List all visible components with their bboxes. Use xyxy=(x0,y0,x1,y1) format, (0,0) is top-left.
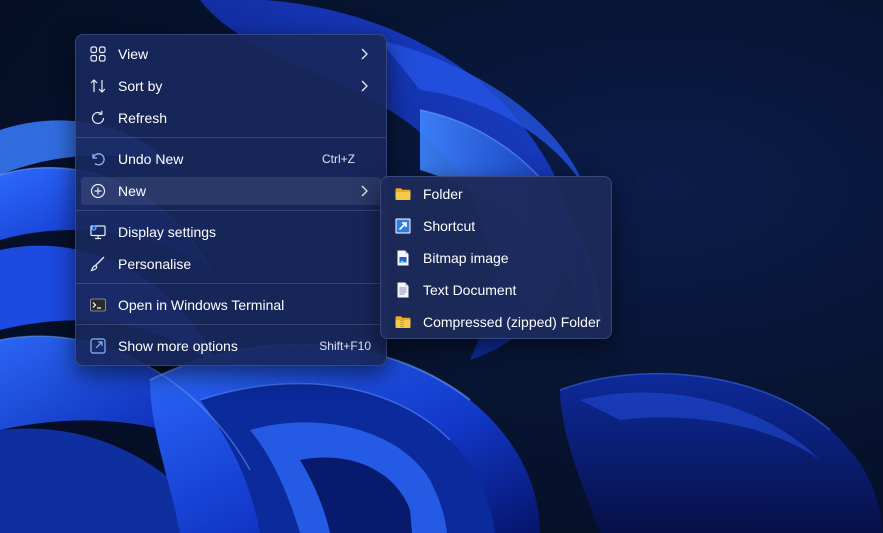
submenu-item-bitmap-image[interactable]: Bitmap image xyxy=(386,244,606,272)
refresh-icon xyxy=(91,110,105,125)
bitmap-icon xyxy=(397,250,409,266)
submenu-item-label: Shortcut xyxy=(423,218,476,234)
chevron-right-icon xyxy=(361,185,368,197)
submenu-item-label: Folder xyxy=(423,186,463,202)
folder-icon xyxy=(395,188,411,200)
menu-item-personalise[interactable]: Personalise xyxy=(81,250,381,278)
zip-folder-icon xyxy=(395,316,411,328)
menu-item-new[interactable]: New xyxy=(81,177,381,205)
desktop[interactable]: View Sort by Refresh Undo New Ctrl+Z New… xyxy=(0,0,883,533)
display-settings-icon xyxy=(90,225,106,240)
menu-item-display-settings[interactable]: Display settings xyxy=(81,218,381,246)
menu-item-label: Sort by xyxy=(118,78,163,94)
text-document-icon xyxy=(397,282,409,298)
submenu-item-label: Text Document xyxy=(423,282,517,298)
menu-item-label: Refresh xyxy=(118,110,168,126)
terminal-icon xyxy=(90,298,106,312)
submenu-item-text-document[interactable]: Text Document xyxy=(386,276,606,304)
submenu-item-shortcut[interactable]: Shortcut xyxy=(386,212,606,240)
submenu-item-folder[interactable]: Folder xyxy=(386,180,606,208)
chevron-right-icon xyxy=(361,80,368,92)
menu-item-label: New xyxy=(118,183,147,199)
menu-divider xyxy=(76,137,386,138)
menu-item-label: Open in Windows Terminal xyxy=(118,297,285,313)
desktop-context-menu: View Sort by Refresh Undo New Ctrl+Z New… xyxy=(75,34,387,366)
brush-icon xyxy=(90,256,105,272)
show-more-icon xyxy=(90,338,106,354)
new-submenu: Folder Shortcut Bitmap image Text Docume… xyxy=(380,176,612,339)
undo-icon xyxy=(92,153,105,166)
menu-item-sort-by[interactable]: Sort by xyxy=(81,72,381,100)
menu-item-refresh[interactable]: Refresh xyxy=(81,104,381,132)
chevron-right-icon xyxy=(361,48,368,60)
view-grid-icon xyxy=(90,46,106,62)
menu-item-label: Display settings xyxy=(118,224,217,240)
menu-item-label: View xyxy=(118,46,149,62)
menu-divider xyxy=(76,324,386,325)
keyboard-shortcut: Ctrl+Z xyxy=(322,152,355,166)
menu-item-label: Undo New xyxy=(118,151,184,167)
sort-icon xyxy=(90,79,106,93)
menu-item-label: Personalise xyxy=(118,256,192,272)
shortcut-icon xyxy=(395,218,411,234)
menu-item-view[interactable]: View xyxy=(81,40,381,68)
menu-item-open-terminal[interactable]: Open in Windows Terminal xyxy=(81,291,381,319)
menu-item-label: Show more options xyxy=(118,338,238,354)
submenu-item-label: Bitmap image xyxy=(423,250,509,266)
menu-divider xyxy=(76,283,386,284)
menu-divider xyxy=(76,210,386,211)
new-plus-icon xyxy=(90,183,106,199)
submenu-item-compressed-folder[interactable]: Compressed (zipped) Folder xyxy=(386,308,606,336)
keyboard-shortcut: Shift+F10 xyxy=(319,339,371,353)
submenu-item-label: Compressed (zipped) Folder xyxy=(423,314,601,330)
menu-item-show-more-options[interactable]: Show more options Shift+F10 xyxy=(81,332,381,360)
menu-item-undo-new[interactable]: Undo New Ctrl+Z xyxy=(81,145,381,173)
